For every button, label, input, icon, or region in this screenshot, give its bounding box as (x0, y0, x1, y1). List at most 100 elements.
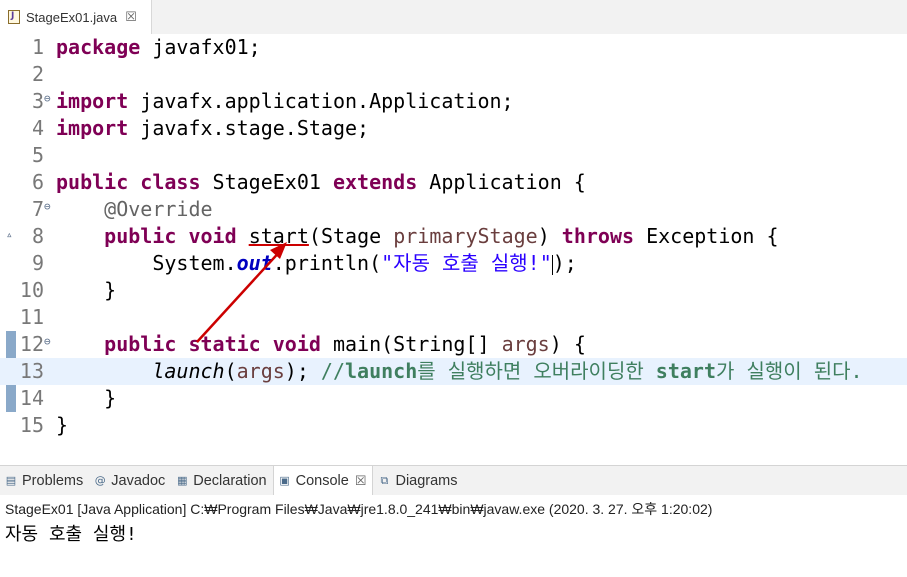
code-line[interactable]: 6 public class StageEx01 extends Applicat… (0, 169, 907, 196)
code-text: System.out.println("자동 호출 실행!"); (56, 250, 577, 277)
code-token: start (248, 224, 309, 248)
code-line[interactable]: 2 (0, 61, 907, 88)
code-token: javafx01; (140, 35, 261, 59)
line-number: 4 (31, 116, 44, 140)
code-token: ); (284, 359, 321, 383)
tab-label: Diagrams (395, 472, 458, 489)
code-token: static (188, 332, 261, 356)
tab-label: Problems (22, 472, 84, 489)
code-line[interactable]: 3 ⊖ import javafx.application.Application; (0, 88, 907, 115)
code-token: public (104, 224, 177, 248)
close-icon[interactable]: ☒ (355, 473, 367, 489)
code-token: launch (345, 359, 418, 383)
editor-tab-label: StageEx01.java (26, 9, 118, 25)
code-line[interactable]: 14 } (0, 385, 907, 412)
code-token: 가 실행이 된다. (716, 359, 863, 383)
tab-label: Javadoc (111, 472, 166, 489)
code-token: .println( (272, 251, 382, 275)
problems-icon: ▤ (5, 474, 17, 487)
code-token: // (320, 359, 346, 383)
code-line[interactable]: 10 } (0, 277, 907, 304)
tab-console[interactable]: ▣ Console ☒ (272, 466, 374, 495)
code-token: package (56, 35, 141, 59)
line-number: 3 (31, 89, 44, 113)
code-line[interactable]: 4 import javafx.stage.Stage; (0, 115, 907, 142)
line-number: 5 (31, 143, 44, 167)
console-icon: ▣ (279, 474, 290, 487)
code-line[interactable]: 5 (0, 142, 907, 169)
code-token: "자동 호출 실행!" (381, 251, 552, 275)
fold-toggle-icon[interactable]: ⊖ (44, 85, 51, 112)
code-line[interactable]: 11 (0, 304, 907, 331)
tab-problems[interactable]: ▤ Problems (0, 466, 89, 495)
code-line[interactable]: 9 System.out.println("자동 호출 실행!"); (0, 250, 907, 277)
code-token: } (56, 386, 117, 410)
line-number: 13 (19, 359, 44, 383)
code-line[interactable]: 15} (0, 412, 907, 439)
line-number: 12 (19, 332, 44, 356)
code-token: ); (552, 251, 577, 275)
code-text: import javafx.stage.Stage; (56, 115, 369, 142)
code-line[interactable]: 13 launch(args); //launch를 실행하면 오버라이딩한 s… (0, 358, 907, 385)
line-number: 1 (31, 35, 44, 59)
code-text: } (56, 277, 116, 304)
tab-javadoc[interactable]: @ Javadoc (89, 466, 171, 495)
code-line[interactable]: 8 ▵ public void start(Stage primaryStage)… (0, 223, 907, 250)
code-token: @Override (104, 197, 213, 221)
code-token: 를 실행하면 오버라이딩한 (417, 359, 656, 383)
code-token: } (56, 413, 69, 437)
code-token: javafx.stage.Stage; (128, 116, 370, 140)
code-token: primaryStage (393, 224, 538, 248)
code-token: ( (224, 359, 237, 383)
code-token: (Stage (308, 224, 394, 248)
code-token: javafx.application.Application; (128, 89, 514, 113)
console-output[interactable]: 자동 호출 실행! (5, 520, 137, 546)
line-number: 6 (31, 170, 44, 194)
line-number: 2 (31, 62, 44, 86)
code-token: args (236, 359, 285, 383)
line-number: 7 (31, 197, 44, 221)
code-line[interactable]: 1 package javafx01; (0, 34, 907, 61)
declaration-icon: ▦ (177, 474, 188, 487)
code-token: System. (56, 251, 237, 275)
code-token: launch (152, 359, 225, 383)
code-line[interactable]: 12 ⊖ public static void main(String[] arg… (0, 331, 907, 358)
code-token: import (56, 116, 129, 140)
code-token: public (56, 170, 129, 194)
code-token: extends (332, 170, 418, 194)
code-editor[interactable]: 1 package javafx01; 2 3 ⊖ import javafx.appli… (0, 34, 907, 454)
line-number: 9 (31, 251, 44, 275)
code-token: StageEx01 (200, 170, 333, 194)
close-icon[interactable]: ☒ (125, 10, 137, 25)
editor-tab-stageex01[interactable]: StageEx01.java ☒ (0, 0, 152, 34)
console-description: StageEx01 [Java Application] C:₩Program … (5, 501, 713, 517)
code-token: public (104, 332, 177, 356)
code-token: ) (537, 224, 562, 248)
code-line[interactable]: 7 ⊖ @Override (0, 196, 907, 223)
code-token: class (140, 170, 201, 194)
code-text: package javafx01; (56, 34, 261, 61)
fold-toggle-icon[interactable]: ⊖ (44, 328, 51, 355)
code-token: Exception { (634, 224, 779, 248)
code-text: public class StageEx01 extends Applicati… (56, 169, 586, 196)
views-tab-bar: ▤ Problems @ Javadoc ▦ Declaration ▣ Console ☒ ⧉ D… (0, 465, 907, 495)
code-token: args (501, 332, 550, 356)
code-token: void (188, 224, 237, 248)
code-text: public void start(Stage primaryStage) th… (56, 223, 779, 250)
code-text: } (56, 385, 116, 412)
code-token: out (236, 251, 273, 275)
fold-toggle-icon[interactable]: ⊖ (44, 193, 51, 220)
code-token: main(String[] (320, 332, 502, 356)
line-number: 10 (19, 278, 44, 302)
tab-diagrams[interactable]: ⧉ Diagrams (373, 466, 463, 495)
line-number: 11 (19, 305, 44, 329)
tab-declaration[interactable]: ▦ Declaration (171, 466, 272, 495)
